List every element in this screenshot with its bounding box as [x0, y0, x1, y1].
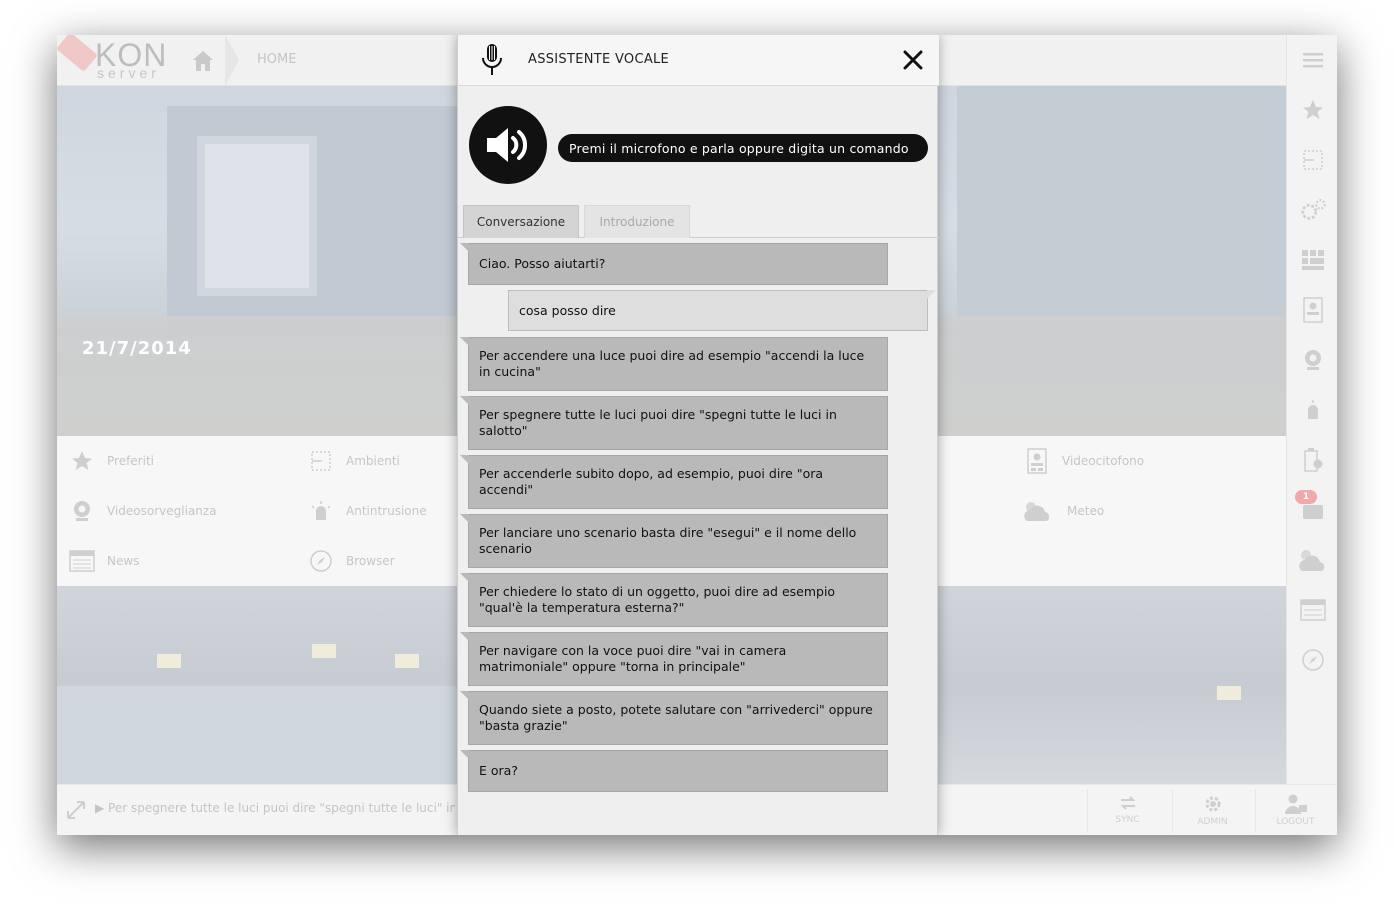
hamburger-menu-icon[interactable]: [1299, 46, 1327, 74]
gear-icon: [1205, 796, 1220, 812]
menu-item-ambienti[interactable]: Ambienti: [308, 446, 400, 476]
menu-label: News: [107, 554, 140, 568]
gears-icon[interactable]: [1299, 196, 1327, 224]
sync-button[interactable]: SYNC: [1087, 789, 1167, 833]
message-bot: E ora?: [460, 750, 888, 792]
logo: KON server: [57, 35, 175, 86]
scenarios-icon[interactable]: [1299, 246, 1327, 274]
intercom-icon[interactable]: [1299, 296, 1327, 324]
menu-item-meteo[interactable]: Meteo: [1019, 496, 1104, 526]
floorplan-icon[interactable]: [1299, 146, 1327, 174]
voice-prompt: Premi il microfono e parla oppure digita…: [558, 134, 928, 162]
alarm-icon: [308, 498, 334, 524]
voice-assistant-panel: ASSISTENTE VOCALE Premi il microfono e p…: [457, 35, 939, 835]
message-user: cosa posso dire: [508, 290, 936, 331]
right-sidebar: 1: [1286, 35, 1337, 784]
message-bot: Per navigare con la voce puoi dire "vai …: [460, 632, 888, 686]
logo-tag-icon: [57, 35, 98, 72]
menu-label: Meteo: [1067, 504, 1105, 518]
last-command-text: ▶ Per spegnere tutte le luci puoi dire "…: [95, 801, 455, 815]
date-display: 21/7/2014: [82, 338, 192, 359]
menu-item-browser[interactable]: Browser: [308, 546, 395, 576]
panel-header: ASSISTENTE VOCALE: [458, 35, 939, 86]
tab-conversazione[interactable]: Conversazione: [463, 205, 579, 238]
menu-item-preferiti[interactable]: Preferiti: [69, 446, 154, 476]
compass-icon[interactable]: [1299, 646, 1327, 674]
notification-badge: 1: [1295, 490, 1317, 504]
floorplan-icon: [308, 448, 334, 474]
weather-icon[interactable]: [1293, 546, 1333, 574]
breadcrumb-separator: [225, 35, 239, 86]
message-bot: Per spegnere tutte le luci puoi dire "sp…: [460, 396, 888, 450]
message-bot: Per chiedere lo stato di un oggetto, puo…: [460, 573, 888, 627]
menu-item-videosorveglianza[interactable]: Videosorveglianza: [69, 496, 217, 526]
news-icon[interactable]: [1299, 596, 1327, 624]
expand-icon[interactable]: [65, 799, 87, 821]
menu-label: Browser: [346, 554, 395, 568]
speaker-button[interactable]: [469, 106, 547, 184]
camera-icon: [69, 498, 95, 524]
menu-item-news[interactable]: News: [69, 546, 139, 576]
star-icon: [69, 448, 95, 474]
menu-label: Videocitofono: [1062, 454, 1145, 468]
admin-button[interactable]: ADMIN: [1172, 789, 1252, 833]
alarm-icon[interactable]: [1299, 396, 1327, 424]
logout-label: LOGOUT: [1276, 817, 1315, 827]
admin-label: ADMIN: [1197, 817, 1228, 827]
star-icon[interactable]: [1299, 96, 1327, 124]
intercom-icon: [1024, 448, 1050, 474]
panel-title: ASSISTENTE VOCALE: [528, 52, 670, 67]
close-icon[interactable]: [901, 48, 925, 72]
message-bot: Ciao. Posso aiutarti?: [460, 243, 888, 285]
menu-item-videocitofono[interactable]: Videocitofono: [1024, 446, 1144, 476]
sync-label: SYNC: [1115, 815, 1140, 825]
message-bot: Quando siete a posto, potete salutare co…: [460, 691, 888, 745]
message-bot: Per accendere una luce puoi dire ad esem…: [460, 337, 888, 391]
camera-icon[interactable]: [1299, 346, 1327, 374]
microphone-icon[interactable]: [480, 43, 504, 77]
sync-icon: [1120, 796, 1135, 810]
menu-label: Ambienti: [346, 454, 400, 468]
home-icon[interactable]: [191, 49, 215, 73]
conversation-log: Ciao. Posso aiutarti? cosa posso dire Pe…: [458, 238, 939, 835]
news-icon: [69, 548, 95, 574]
message-bot: Per accenderle subito dopo, ad esempio, …: [460, 455, 888, 509]
energy-icon[interactable]: [1299, 446, 1327, 474]
compass-icon: [308, 548, 334, 574]
app-window: KON server HOME 21/7/2014 Preferiti Ambi…: [57, 35, 1337, 835]
message-bot: Per lanciare uno scenario basta dire "es…: [460, 514, 888, 568]
menu-label: Videosorveglianza: [107, 504, 217, 518]
logo-sub: server: [97, 65, 160, 81]
user-lock-icon: [1284, 794, 1307, 814]
menu-item-antintrusione[interactable]: Antintrusione: [308, 496, 427, 526]
logout-button[interactable]: LOGOUT: [1255, 789, 1335, 833]
menu-label: Preferiti: [107, 454, 154, 468]
tab-introduzione[interactable]: Introduzione: [584, 205, 690, 238]
breadcrumb-home[interactable]: HOME: [257, 52, 296, 67]
speaker-icon: [487, 128, 527, 162]
weather-icon: [1019, 498, 1055, 524]
menu-label: Antintrusione: [346, 504, 427, 518]
assistant-tabs: Conversazione Introduzione: [458, 205, 939, 238]
